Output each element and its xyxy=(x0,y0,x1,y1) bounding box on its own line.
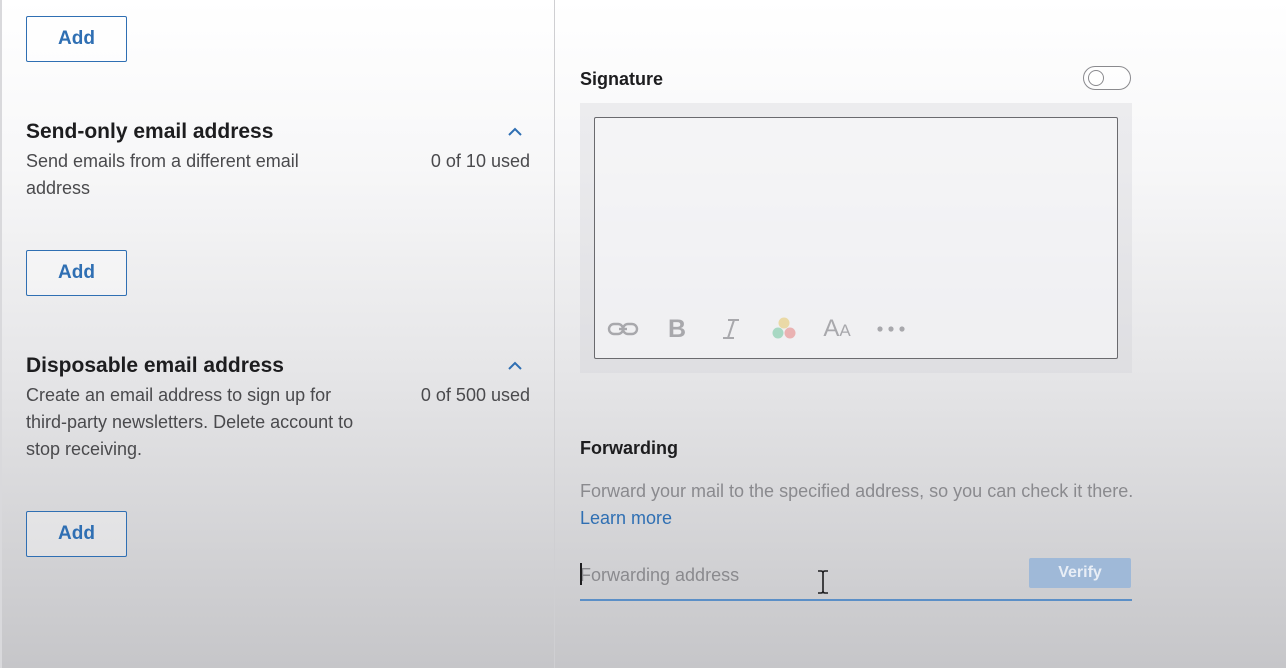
signature-title: Signature xyxy=(580,69,664,89)
left-panel-border xyxy=(0,0,2,668)
verify-button[interactable]: Verify xyxy=(1029,558,1131,588)
forwarding-title: Forwarding xyxy=(580,438,678,458)
signature-toggle[interactable] xyxy=(1083,66,1131,90)
send-only-usage: 0 of 10 used xyxy=(430,151,530,171)
link-icon[interactable] xyxy=(606,315,640,343)
add-send-only-button[interactable]: Add xyxy=(26,250,127,296)
font-size-icon[interactable]: AA xyxy=(820,315,854,343)
add-button-top[interactable]: Add xyxy=(26,16,127,62)
text-caret xyxy=(580,563,582,585)
forwarding-description-text: Forward your mail to the specified addre… xyxy=(580,481,1134,501)
color-icon[interactable] xyxy=(768,315,800,343)
italic-icon[interactable] xyxy=(718,315,744,343)
disposable-usage: 0 of 500 used xyxy=(420,385,530,405)
send-only-title: Send-only email address xyxy=(26,120,274,143)
chevron-up-icon[interactable] xyxy=(505,124,525,138)
forwarding-description: Forward your mail to the specified addre… xyxy=(580,478,1140,532)
text-cursor-icon xyxy=(818,570,828,594)
forwarding-address-input[interactable] xyxy=(580,558,1020,592)
send-only-description: Send emails from a different email addre… xyxy=(26,151,299,198)
add-disposable-button[interactable]: Add xyxy=(26,511,127,557)
more-icon[interactable] xyxy=(876,315,906,343)
forwarding-input-underline xyxy=(580,599,1132,601)
disposable-title: Disposable email address xyxy=(26,354,284,377)
toggle-knob xyxy=(1088,70,1104,86)
bold-icon[interactable]: B xyxy=(664,315,690,343)
disposable-description: Create an email address to sign up for t… xyxy=(26,385,354,459)
learn-more-link[interactable]: Learn more xyxy=(580,508,672,528)
panel-divider xyxy=(554,0,555,668)
chevron-up-icon[interactable] xyxy=(505,358,525,372)
